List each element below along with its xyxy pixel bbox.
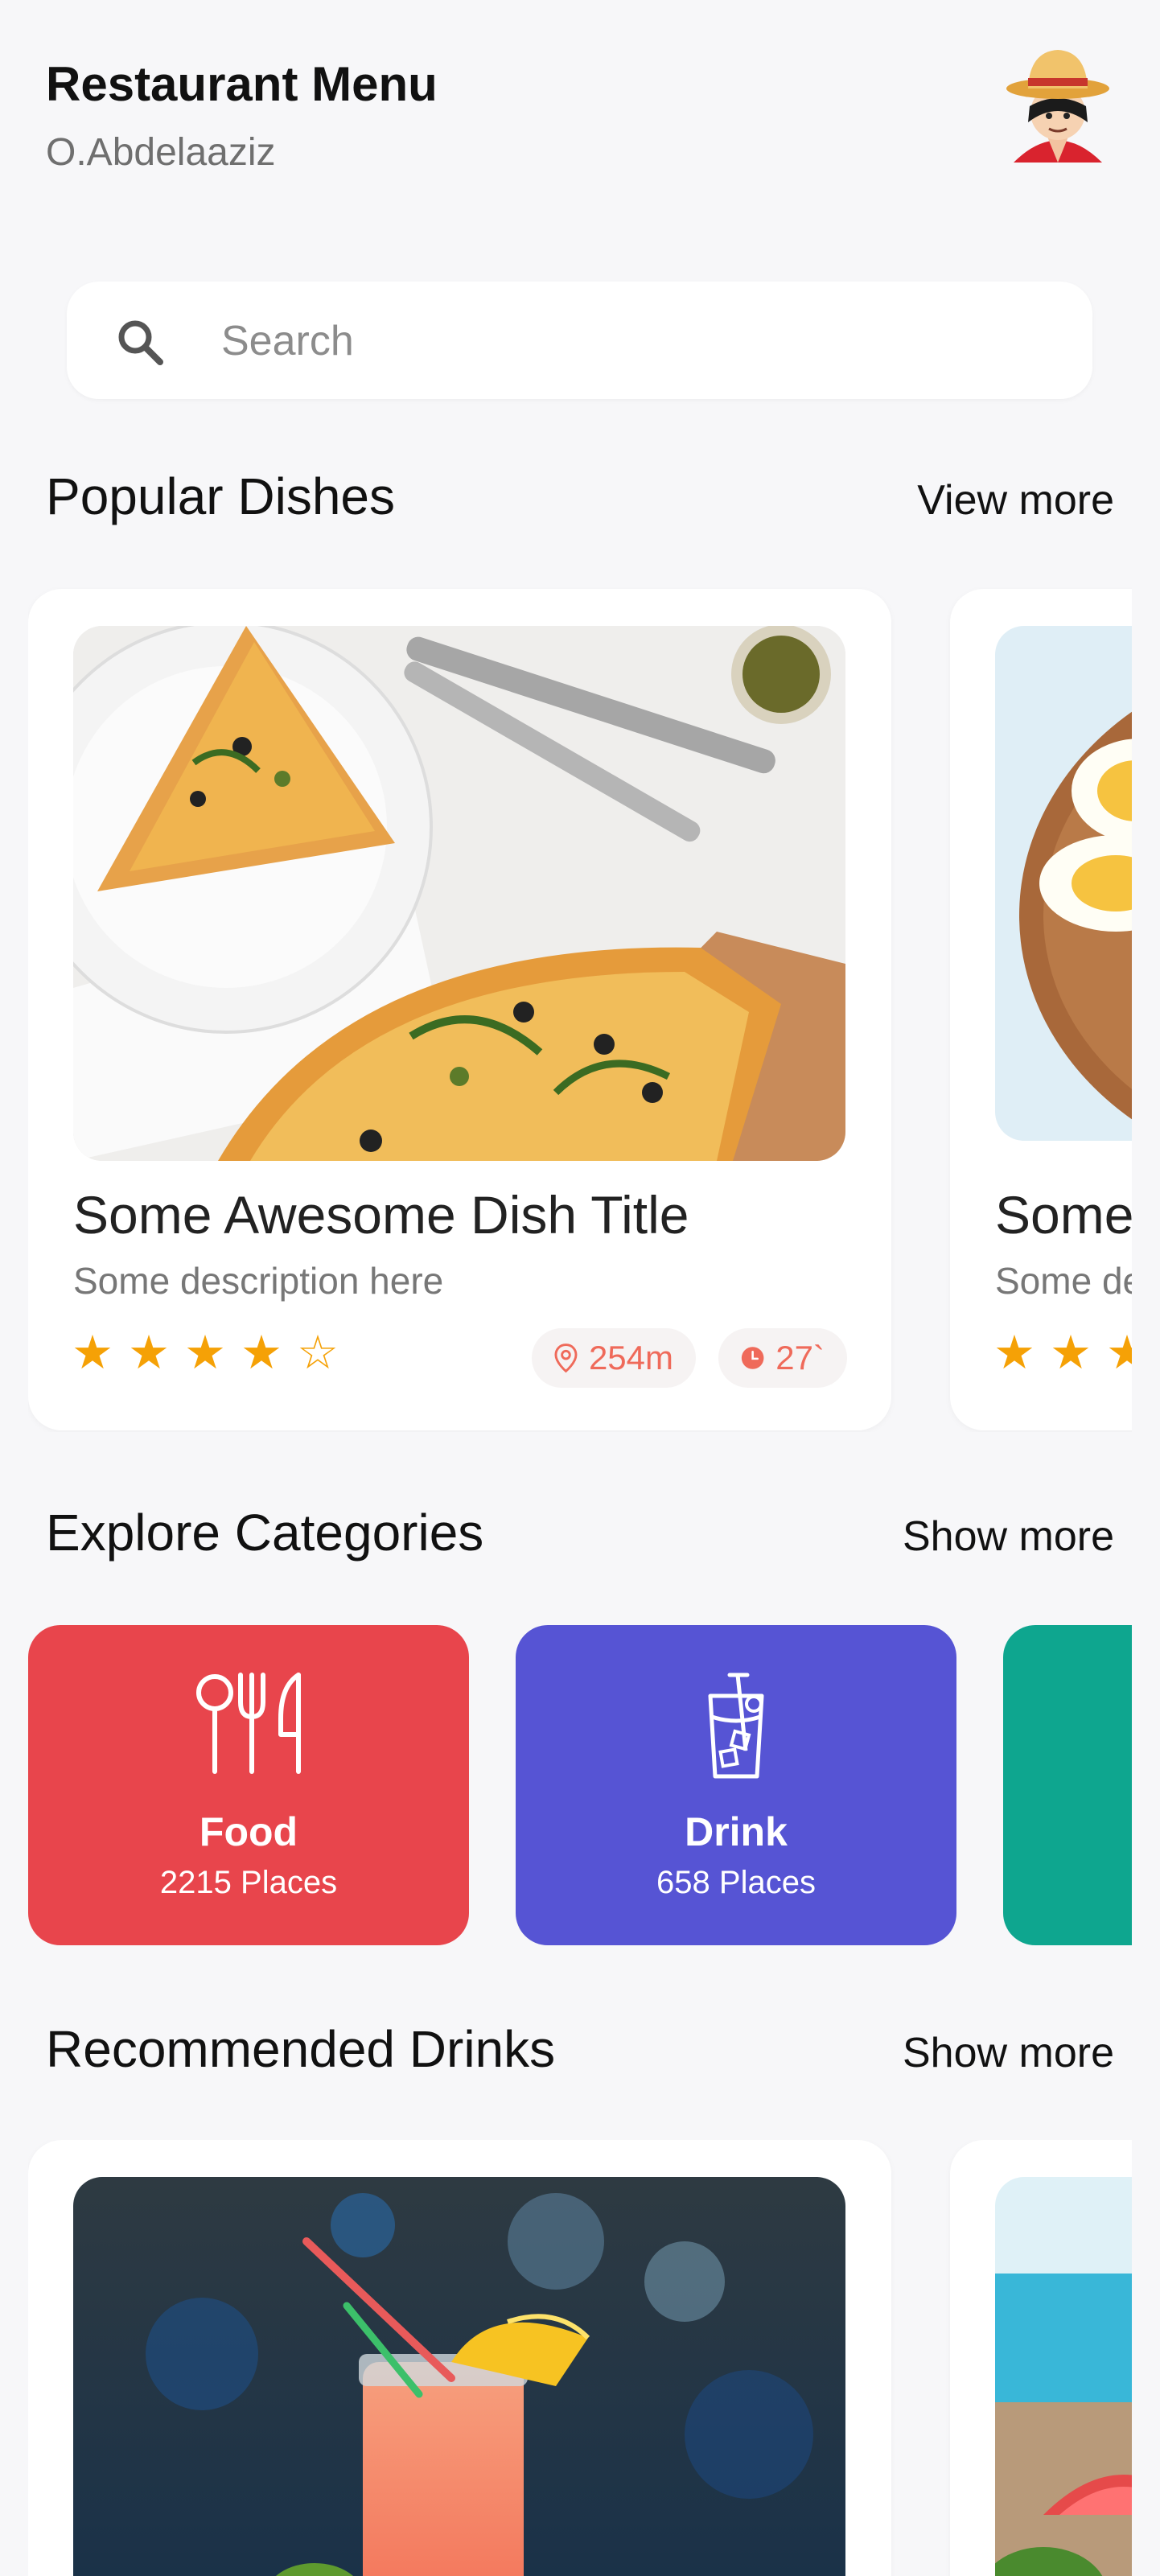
search-bar[interactable] [67, 282, 1092, 399]
user-name: O.Abdelaaziz [46, 131, 276, 174]
rating-stars: ★★★ [993, 1327, 1132, 1379]
drink-glass-icon [708, 1673, 764, 1779]
dish-card[interactable]: Some Awesome Dish Title Some description… [950, 589, 1132, 1430]
dish-card[interactable]: Some Awesome Dish Title Some description… [28, 589, 891, 1430]
search-input[interactable] [220, 306, 1059, 377]
section-title-categories: Explore Categories [46, 1504, 484, 1562]
fork-knife-icon [196, 1673, 301, 1774]
app-title: Restaurant Menu [46, 57, 438, 111]
dish-title: Some Awesome Dish Title [73, 1185, 689, 1245]
distance-pill: 254m [532, 1328, 696, 1388]
dish-image [73, 626, 845, 1161]
location-pin-icon [554, 1344, 578, 1373]
category-name: Food [199, 1809, 298, 1854]
dish-title: Some Awesome Dish Title [995, 1185, 1132, 1245]
section-title-popular: Popular Dishes [46, 467, 395, 525]
categories-carousel[interactable]: Food 2215 Places Drink 658 Places [28, 1625, 1132, 1947]
category-tile-food[interactable]: Food 2215 Places [28, 1625, 469, 1945]
recommended-drinks-carousel[interactable] [28, 2140, 1132, 2576]
category-count: 2215 Places [159, 1865, 338, 1900]
show-more-drinks-link[interactable]: Show more [903, 2029, 1114, 2077]
popular-dishes-carousel[interactable]: Some Awesome Dish Title Some description… [28, 587, 1132, 1432]
dish-image [995, 626, 1132, 1141]
drink-card[interactable] [950, 2140, 1132, 2576]
dish-description: Some description here [73, 1260, 444, 1302]
search-icon [118, 320, 163, 365]
category-tile[interactable] [1003, 1625, 1132, 1945]
avatar[interactable] [998, 42, 1118, 171]
section-title-drinks: Recommended Drinks [46, 2020, 556, 2078]
clock-icon [741, 1347, 764, 1369]
drink-image [995, 2177, 1132, 2576]
distance-value: 254m [588, 1339, 673, 1376]
category-name: Drink [685, 1809, 788, 1854]
category-tile-drink[interactable]: Drink 658 Places [516, 1625, 956, 1945]
show-more-categories-link[interactable]: Show more [903, 1512, 1114, 1561]
drink-card[interactable] [28, 2140, 891, 2576]
rating-stars: ★★★★☆ [72, 1327, 353, 1379]
view-more-popular-link[interactable]: View more [917, 476, 1114, 525]
dish-description: Some description here [995, 1260, 1132, 1302]
time-pill: 27` [718, 1328, 847, 1388]
time-value: 27` [775, 1339, 825, 1376]
category-count: 658 Places [656, 1865, 816, 1900]
drink-image [73, 2177, 845, 2576]
